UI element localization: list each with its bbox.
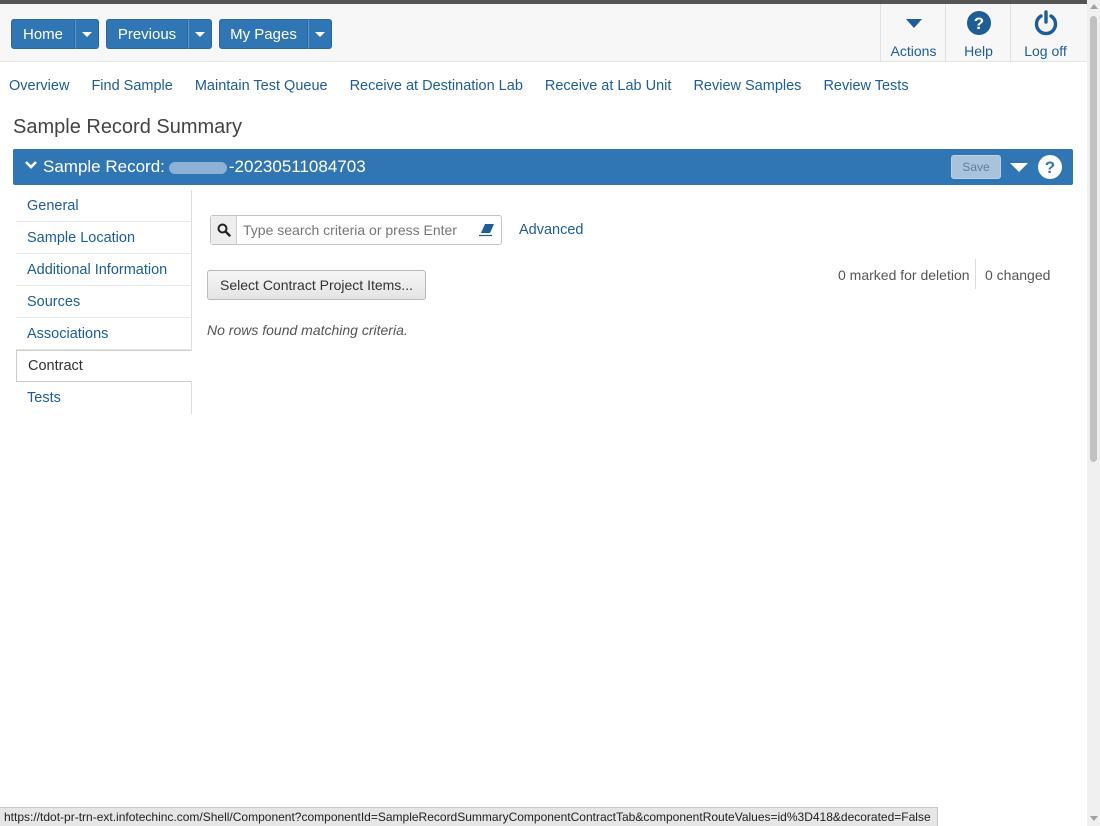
nav-link-find-sample[interactable]: Find Sample [91, 78, 172, 94]
previous-split-button: Previous [106, 19, 212, 49]
sidebar-item-sources[interactable]: Sources [16, 286, 192, 318]
save-button[interactable]: Save [951, 155, 1001, 179]
actions-label: Actions [890, 43, 937, 59]
changed-count: 0 changed [985, 267, 1051, 283]
panel-options-dropdown-icon[interactable] [1010, 163, 1028, 172]
module-nav: Overview Find Sample Maintain Test Queue… [9, 78, 909, 94]
sidebar-item-general[interactable]: General [16, 190, 192, 222]
nav-link-receive-at-lab-unit[interactable]: Receive at Lab Unit [545, 78, 672, 94]
nav-link-review-samples[interactable]: Review Samples [693, 78, 801, 94]
logoff-button[interactable]: Log off [1010, 4, 1080, 62]
caret-down-icon [315, 31, 325, 37]
sidebar-item-additional-information[interactable]: Additional Information [16, 254, 192, 286]
caret-down-icon [82, 31, 92, 37]
my-pages-button[interactable]: My Pages [219, 19, 308, 49]
sidebar-item-sample-location[interactable]: Sample Location [16, 222, 192, 254]
svg-text:?: ? [1045, 158, 1055, 177]
sample-record-title: Sample Record: -20230511084703 [43, 157, 366, 177]
nav-link-receive-at-destination-lab[interactable]: Receive at Destination Lab [350, 78, 523, 94]
search-icon[interactable] [211, 216, 237, 244]
power-icon [1034, 10, 1057, 36]
home-dropdown-button[interactable] [75, 19, 99, 49]
svg-text:?: ? [973, 14, 983, 33]
caret-down-icon [195, 31, 205, 37]
logoff-label: Log off [1024, 43, 1067, 59]
actions-menu-button[interactable]: Actions [880, 4, 946, 62]
vertical-scrollbar[interactable] [1087, 0, 1100, 826]
nav-link-overview[interactable]: Overview [9, 78, 69, 94]
sample-record-panel-header: Sample Record: -20230511084703 Save ? [13, 149, 1073, 185]
browser-status-bar: https://tdot-pr-trn-ext.infotechinc.com/… [0, 807, 938, 826]
my-pages-split-button: My Pages [219, 19, 332, 49]
help-circle-icon[interactable]: ? [1037, 154, 1063, 185]
eraser-icon[interactable] [473, 216, 501, 244]
sample-record-label: Sample Record: [43, 157, 165, 176]
question-circle-icon: ? [966, 11, 991, 35]
chevron-down-icon[interactable] [24, 158, 38, 177]
previous-button[interactable]: Previous [106, 19, 188, 49]
redacted-text [168, 161, 227, 174]
previous-dropdown-button[interactable] [188, 19, 212, 49]
home-split-button: Home [11, 19, 99, 49]
scrollbar-thumb[interactable] [1090, 16, 1097, 462]
stat-divider [975, 259, 976, 289]
nav-link-maintain-test-queue[interactable]: Maintain Test Queue [195, 78, 328, 94]
home-button[interactable]: Home [11, 19, 75, 49]
advanced-search-link[interactable]: Advanced [519, 222, 584, 238]
select-contract-project-items-button[interactable]: Select Contract Project Items... [207, 270, 426, 300]
record-sidebar-tabs: General Sample Location Additional Infor… [16, 190, 192, 414]
nav-link-review-tests[interactable]: Review Tests [823, 78, 908, 94]
top-toolbar: Home Previous My Pages Actions ? Help Lo… [0, 4, 1087, 62]
scroll-down-arrow-icon[interactable] [1090, 816, 1098, 821]
help-button[interactable]: ? Help [945, 4, 1011, 62]
sidebar-item-tests[interactable]: Tests [16, 382, 192, 414]
help-label: Help [964, 43, 993, 59]
scroll-up-arrow-icon[interactable] [1090, 4, 1098, 9]
search-input[interactable] [237, 216, 473, 244]
caret-down-icon [905, 19, 922, 28]
page-title: Sample Record Summary [13, 116, 242, 138]
marked-for-deletion-count: 0 marked for deletion [838, 267, 970, 283]
sidebar-item-associations[interactable]: Associations [16, 318, 192, 350]
search-box [210, 215, 502, 245]
empty-grid-message: No rows found matching criteria. [207, 322, 408, 338]
sample-record-id: -20230511084703 [228, 157, 366, 176]
my-pages-dropdown-button[interactable] [308, 19, 332, 49]
sidebar-item-contract[interactable]: Contract [16, 350, 192, 382]
